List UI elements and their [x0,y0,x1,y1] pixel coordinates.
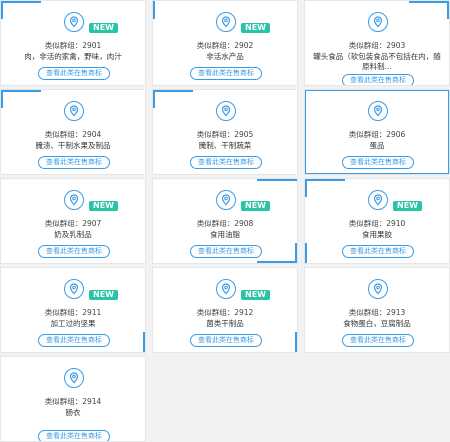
card-accent-line [447,1,449,19]
group-code-label: 类似群组：2903 [348,41,406,50]
map-pin-icon [368,101,388,121]
card-accent-line [153,1,155,19]
card-accent-line [257,179,297,181]
card-accent-line [1,90,41,92]
view-trademarks-button[interactable]: 查看此类在售商标 [190,156,262,169]
map-pin-icon [216,190,236,210]
group-description: 食用果胶 [362,230,392,239]
group-description: 罐头食品（软包装食品不包括在内，随原料制... [313,52,441,71]
group-description: 腌渍、干制水果及制品 [35,141,111,150]
card-accent-line [257,261,297,263]
group-code-label: 类似群组：2905 [196,130,254,139]
category-card[interactable]: NEW 类似群组：2901 肉，非活的家禽，野味，肉汁查看此类在售商标 [0,0,146,86]
group-code-label: 类似群组：2910 [348,219,406,228]
card-accent-line [1,90,3,108]
card-accent-line [305,179,345,181]
group-description: 菌类干制品 [206,319,244,328]
group-description: 腌制、干制蔬菜 [198,141,252,150]
view-trademarks-button[interactable]: 查看此类在售商标 [342,334,414,347]
card-accent-line [409,1,449,3]
card-accent-line [295,332,297,352]
card-accent-line [1,1,3,19]
category-card[interactable]: NEW 类似群组：2902 非活水产品查看此类在售商标 [152,0,298,86]
map-pin-icon [368,190,388,210]
group-code-label: 类似群组：2914 [44,397,102,406]
view-trademarks-button[interactable]: 查看此类在售商标 [38,67,110,80]
view-trademarks-button[interactable]: 查看此类在售商标 [38,156,110,169]
group-description: 肠衣 [65,408,81,417]
group-description: 食物蛋白，豆腐制品 [343,319,411,328]
category-card[interactable]: 类似群组：2914 肠衣 查看此类在售商标 [0,356,146,442]
new-badge: NEW [393,201,422,211]
map-pin-icon [64,12,84,32]
group-code-label: 类似群组：2904 [44,130,102,139]
map-pin-icon [64,101,84,121]
group-description: 非活水产品 [206,52,244,61]
group-code-label: 类似群组：2913 [348,308,406,317]
category-card[interactable]: NEW 类似群组：2907 奶及乳制品查看此类在售商标 [0,178,146,264]
view-trademarks-button[interactable]: 查看此类在售商标 [190,245,262,258]
map-pin-icon [368,279,388,299]
card-accent-line [305,243,307,263]
group-code-label: 类似群组：2906 [348,130,406,139]
category-card[interactable]: NEW 类似群组：2912 菌类干制品查看此类在售商标 [152,267,298,353]
card-accent-line [295,243,297,263]
new-badge: NEW [89,201,118,211]
view-trademarks-button[interactable]: 查看此类在售商标 [190,334,262,347]
category-card[interactable]: NEW 类似群组：2911 加工过的坚果查看此类在售商标 [0,267,146,353]
group-code-label: 类似群组：2911 [44,308,102,317]
new-badge: NEW [89,290,118,300]
card-accent-line [153,90,155,108]
view-trademarks-button[interactable]: 查看此类在售商标 [342,245,414,258]
new-badge: NEW [241,290,270,300]
new-badge: NEW [241,23,270,33]
category-card[interactable]: 类似群组：2904 腌渍、干制水果及制品查看此类在售商标 [0,89,146,175]
group-code-label: 类似群组：2901 [44,41,102,50]
map-pin-icon [64,279,84,299]
map-pin-icon [216,101,236,121]
view-trademarks-button[interactable]: 查看此类在售商标 [342,156,414,169]
group-code-label: 类似群组：2912 [196,308,254,317]
category-grid: NEW 类似群组：2901 肉，非活的家禽，野味，肉汁查看此类在售商标 NEW 类似群组… [0,0,450,442]
category-card[interactable]: 类似群组：2905 腌制、干制蔬菜查看此类在售商标 [152,89,298,175]
new-badge: NEW [241,201,270,211]
map-pin-icon [216,279,236,299]
group-description: 蛋品 [369,141,385,150]
new-badge: NEW [89,23,118,33]
view-trademarks-button[interactable]: 查看此类在售商标 [190,67,262,80]
map-pin-icon [216,12,236,32]
group-description: 奶及乳制品 [54,230,92,239]
group-code-label: 类似群组：2902 [196,41,254,50]
category-card[interactable]: NEW 类似群组：2908 食用油脂查看此类在售商标 [152,178,298,264]
map-pin-icon [64,190,84,210]
category-card[interactable]: 类似群组：2903 罐头食品（软包装食品不包括在内，随原料制... 查看此类在售商标 [304,0,450,86]
map-pin-icon [368,12,388,32]
group-description: 肉，非活的家禽，野味，肉汁 [24,52,122,61]
card-accent-line [153,90,193,92]
view-trademarks-button[interactable]: 查看此类在售商标 [38,245,110,258]
category-card[interactable]: NEW 类似群组：2910 食用果胶查看此类在售商标 [304,178,450,264]
category-card[interactable]: 类似群组：2906 蛋品查看此类在售商标 [304,89,450,175]
card-accent-line [143,332,145,352]
map-pin-icon [64,368,84,388]
group-description: 加工过的坚果 [50,319,96,328]
group-code-label: 类似群组：2908 [196,219,254,228]
view-trademarks-button[interactable]: 查看此类在售商标 [342,74,414,85]
card-accent-line [1,1,41,3]
group-code-label: 类似群组：2907 [44,219,102,228]
category-card[interactable]: 类似群组：2913 食物蛋白，豆腐制品查看此类在售商标 [304,267,450,353]
group-description: 食用油脂 [210,230,240,239]
card-accent-line [305,179,307,197]
view-trademarks-button[interactable]: 查看此类在售商标 [38,334,110,347]
